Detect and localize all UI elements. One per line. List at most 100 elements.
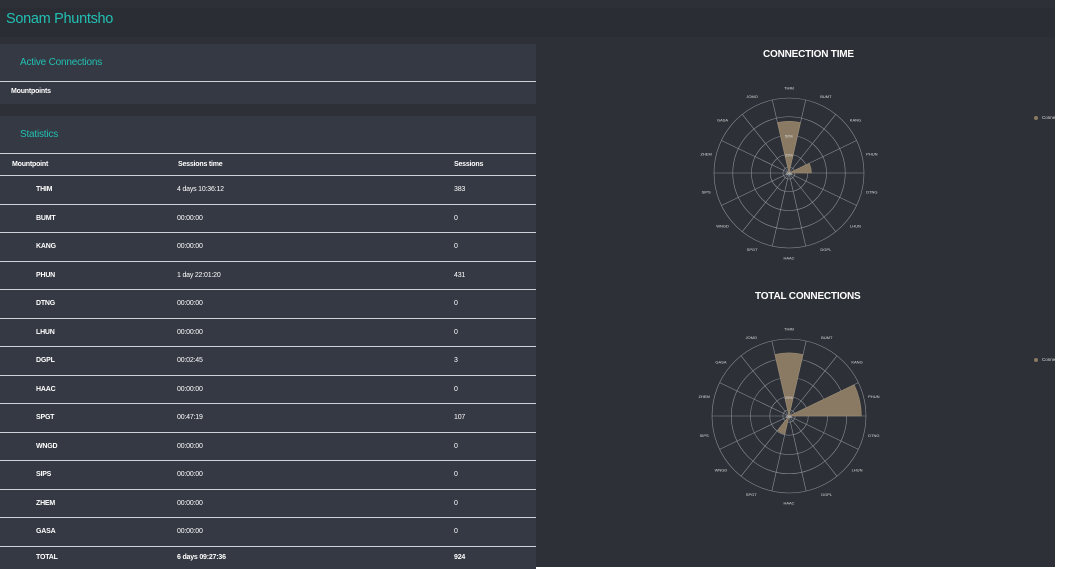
table-row[interactable]: DTNG 00:00:00 0 <box>0 289 536 319</box>
axis-label-haac: HAAC <box>783 256 794 261</box>
axis-label-dgpl: DGPL <box>821 492 833 497</box>
radial-tick-label: 0% <box>786 171 792 176</box>
cell-sessions-time: 00:00:00 <box>139 318 380 347</box>
radial-tick-label: 0% <box>786 414 792 419</box>
column-header-sessions-time[interactable]: Sessions time <box>139 154 380 176</box>
left-column: Active Connections Mountpoints Statistic… <box>0 44 536 569</box>
axis-label-spgt: SPGT <box>747 247 758 252</box>
table-row[interactable]: DGPL 00:02:45 3 <box>0 346 536 376</box>
axis-label-dtng: DTNG <box>866 189 877 194</box>
total-time: 6 days 09:27:36 <box>177 554 226 561</box>
polar-chart-total-connections: THIM BUMT KANG PHUN DTNG LHUN DGPL HAAC SPGT WNGD… <box>699 327 880 506</box>
radial-tick-label: 25% <box>785 152 793 157</box>
table-row[interactable]: PHUN 1 day 22:01:20 431 <box>0 261 536 290</box>
table-row[interactable]: ZHEM 00:00:00 0 <box>0 489 536 518</box>
axis-label-zhem: ZHEM <box>700 152 711 157</box>
chart-title-connection-time: CONNECTION TIME <box>763 49 854 60</box>
table-row[interactable]: LHUN 00:00:00 0 <box>0 318 536 347</box>
cell-sessions: 0 <box>380 432 536 461</box>
cell-mountpoint: DTNG <box>0 289 139 319</box>
polar-bars <box>774 352 862 435</box>
table-row[interactable]: GASA 00:00:00 0 <box>0 517 536 547</box>
axis-label-zhem: ZHEM <box>699 394 710 399</box>
grid-spoke <box>772 172 790 247</box>
active-connections-title: Active Connections <box>20 57 103 68</box>
cell-mountpoint: BUMT <box>0 204 139 233</box>
axis-label-dgpl: DGPL <box>820 247 832 252</box>
radial-tick-label: 25% <box>785 395 793 400</box>
axis-label-phun: PHUN <box>866 152 877 157</box>
axis-label-phun: PHUN <box>868 394 879 399</box>
axis-label-kang: KANG <box>850 118 861 123</box>
grid-spoke <box>788 172 857 206</box>
table-row[interactable]: HAAC 00:00:00 0 <box>0 375 536 404</box>
total-row: TOTAL 6 days 09:27:36 924 <box>0 546 536 569</box>
cell-sessions: 0 <box>380 460 536 490</box>
table-row[interactable]: KANG 00:00:00 0 <box>0 232 536 262</box>
app-title: Sonam Phuntsho <box>6 11 114 27</box>
grid-spoke <box>742 172 790 232</box>
axis-label-thim: THIM <box>784 86 794 91</box>
cell-sessions: 107 <box>380 403 536 433</box>
statistics-title: Statistics <box>20 129 59 140</box>
cell-mountpoint: GASA <box>0 517 139 547</box>
cell-mountpoint: ZHEM <box>0 489 139 518</box>
active-connections-header: Active Connections <box>0 44 536 82</box>
cell-sessions-time: 00:00:00 <box>139 489 380 518</box>
mountpoints-row: Mountpoints <box>0 82 536 104</box>
axis-label-wngd: WNGD <box>715 468 728 473</box>
radial-tick-label: 50% <box>785 134 793 139</box>
bar-thim[interactable] <box>774 352 804 417</box>
grid-spoke <box>788 172 806 247</box>
cell-sessions-time: 00:00:00 <box>139 460 380 490</box>
legend-marker <box>1034 357 1038 362</box>
cell-sessions-time: 00:00:00 <box>139 204 380 233</box>
axis-label-lhun: LHUN <box>852 468 863 473</box>
axis-label-haac: HAAC <box>783 501 794 506</box>
axis-label-kang: KANG <box>851 359 862 364</box>
cell-sessions-time: 00:47:19 <box>139 403 380 433</box>
cell-sessions-time: 00:02:45 <box>139 346 380 376</box>
axis-label-sips: SIPS <box>700 433 709 438</box>
axis-label-jomo: JOMO <box>746 94 758 99</box>
statistics-body: THIM 4 days 10:36:12 383 BUMT 00:00:00 0 KANG 0… <box>0 175 536 547</box>
table-row[interactable]: BUMT 00:00:00 0 <box>0 204 536 233</box>
cell-sessions-time: 00:00:00 <box>139 375 380 404</box>
column-header-mountpoint[interactable]: Mountpoint <box>0 154 139 176</box>
grid-spoke <box>788 415 838 477</box>
cell-sessions: 0 <box>380 517 536 547</box>
cell-mountpoint: WNGD <box>0 432 139 461</box>
cell-mountpoint: SIPS <box>0 460 139 490</box>
bar-thim[interactable] <box>777 121 801 174</box>
grid-spoke <box>719 382 790 417</box>
grid-spoke <box>721 140 790 174</box>
cell-sessions: 0 <box>380 318 536 347</box>
grid-spoke <box>788 415 807 492</box>
table-row[interactable]: WNGD 00:00:00 0 <box>0 432 536 461</box>
polar-chart-connection-time: THIM BUMT KANG PHUN DTNG LHUN DGPL HAAC SPGT WNGD… <box>700 86 877 261</box>
column-header-sessions[interactable]: Sessions <box>380 154 536 176</box>
grid-spoke <box>788 415 859 450</box>
cell-mountpoint: THIM <box>0 175 139 205</box>
axis-label-thim: THIM <box>784 327 794 332</box>
cell-mountpoint: LHUN <box>0 318 139 347</box>
table-row[interactable]: SPGT 00:47:19 107 <box>0 403 536 433</box>
axis-label-wngd: WNGD <box>716 223 729 228</box>
axis-label-dtng: DTNG <box>868 433 879 438</box>
cell-sessions-time: 4 days 10:36:12 <box>139 175 380 205</box>
cell-mountpoint: KANG <box>0 232 139 262</box>
cell-sessions: 0 <box>380 375 536 404</box>
table-row[interactable]: THIM 4 days 10:36:12 383 <box>0 175 536 205</box>
mountpoints-label: Mountpoints <box>11 88 51 95</box>
total-sessions: 924 <box>454 554 466 561</box>
grid-spoke <box>719 415 790 450</box>
axis-label-bumt: BUMT <box>820 94 832 99</box>
cell-mountpoint: HAAC <box>0 375 139 404</box>
cell-sessions-time: 00:00:00 <box>139 289 380 319</box>
cell-sessions: 383 <box>380 175 536 205</box>
axis-label-jomo: JOMO <box>745 335 757 340</box>
statistics-header: Statistics <box>0 116 536 154</box>
cell-sessions: 0 <box>380 489 536 518</box>
axis-label-bumt: BUMT <box>821 335 833 340</box>
table-row[interactable]: SIPS 00:00:00 0 <box>0 460 536 490</box>
